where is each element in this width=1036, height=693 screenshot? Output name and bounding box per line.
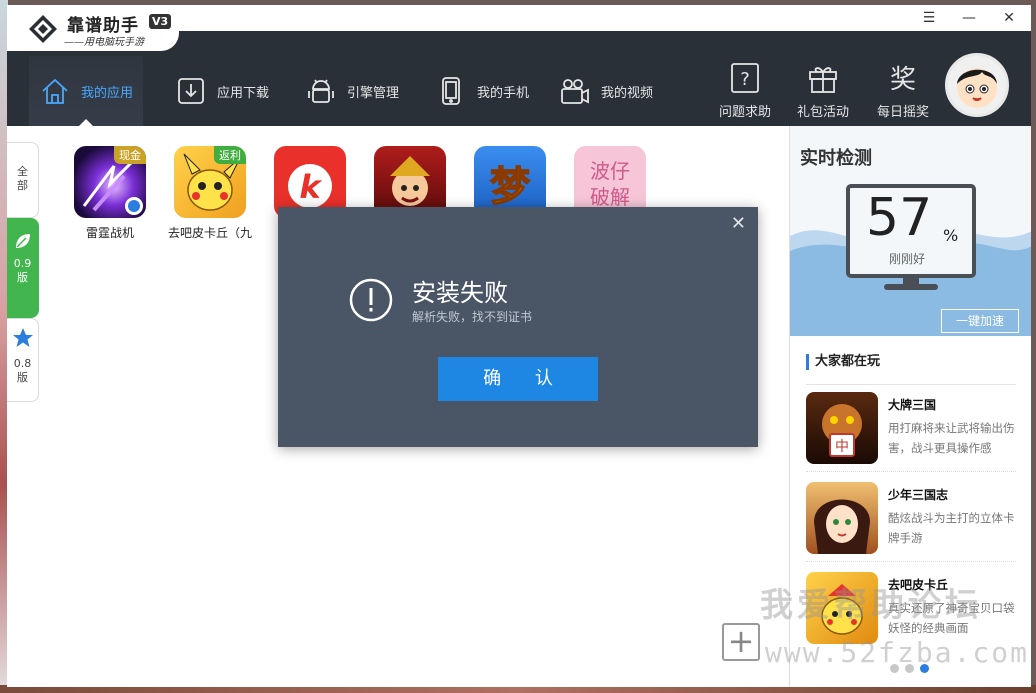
nav-my-apps[interactable]: 我的应用 [29, 56, 144, 126]
monitor-status: 刚刚好 [889, 252, 926, 266]
app-subtitle: ——用电脑玩手游 [64, 37, 144, 48]
watermark-url: www.52fzba.com [765, 636, 1030, 669]
phone-icon [442, 77, 460, 105]
monitor-title: 实时检测 [800, 148, 872, 169]
download-icon [178, 78, 204, 104]
nav-label: 每日摇奖 [876, 105, 929, 120]
nav-label: 我的应用 [81, 85, 134, 101]
hot-game-item[interactable]: 中 大牌三国 用打麻将来让武将输出伤害，战斗更具操作感 [806, 388, 1016, 472]
app-badge: 返利 [214, 146, 246, 164]
hot-game-icon: 中 [806, 392, 878, 464]
nav-label: 应用下载 [217, 85, 270, 101]
thunder-fighter-icon: 现金 [74, 146, 146, 218]
nav-label: 礼包活动 [796, 105, 849, 120]
hot-game-name: 少年三国志 [888, 488, 949, 502]
svg-text:破解: 破解 [590, 185, 630, 209]
nav-label: 问题求助 [718, 105, 771, 120]
svg-text:奖: 奖 [890, 65, 916, 95]
avatar-face-icon [957, 68, 997, 108]
app-logo: 靠谱助手 V3 ——用电脑玩手游 [7, 5, 179, 51]
nav-app-download[interactable]: 应用下载 [165, 56, 279, 126]
divider [806, 384, 1016, 385]
nav-label: 我的手机 [477, 85, 530, 101]
leaf-icon [15, 234, 30, 248]
dialog-message: 解析失败，找不到证书 [412, 310, 533, 324]
pikachu-app-icon: 返利 [174, 146, 246, 218]
realtime-monitor: 实时检测 57 % 刚刚好 一键加速 [790, 126, 1031, 336]
warning-icon [349, 278, 393, 322]
one-click-speedup-button[interactable]: 一键加速 [941, 309, 1019, 333]
side-tab-all[interactable]: 全 部 [7, 142, 39, 218]
app-version-badge: V3 [149, 14, 172, 29]
hot-game-icon [806, 482, 878, 554]
android-icon [308, 79, 334, 103]
confirm-button[interactable]: 确 认 [438, 357, 598, 401]
hot-game-item[interactable]: 少年三国志 酷炫战斗为主打的立体卡牌手游 [806, 478, 1016, 562]
gift-icon [809, 67, 837, 93]
nav-gift-events[interactable]: 礼包活动 [788, 61, 858, 120]
nav-my-phone[interactable]: 我的手机 [425, 56, 539, 126]
side-tab-label: 0.9 版 [13, 257, 32, 284]
star-icon [12, 328, 33, 347]
minimize-button[interactable]: — [955, 7, 983, 29]
watermark-text: 我爱帮助论坛 [760, 585, 982, 624]
app-tile-thunder-fighter[interactable]: 现金 雷霆战机 [65, 146, 155, 241]
user-avatar[interactable] [945, 53, 1009, 117]
svg-text:波仔: 波仔 [590, 159, 630, 183]
hot-game-desc: 用打麻将来让武将输出伤害，战斗更具操作感 [888, 421, 1015, 455]
app-badge: 现金 [114, 146, 146, 164]
home-icon [42, 78, 68, 104]
close-window-button[interactable]: ✕ [995, 7, 1023, 29]
side-tab-v09[interactable]: 0.9 版 [7, 218, 39, 318]
side-tab-v08[interactable]: 0.8 版 [7, 318, 39, 402]
k-app-glyph: k [299, 168, 322, 206]
dialog-close-button[interactable]: ✕ [731, 213, 746, 234]
hot-game-desc: 酷炫战斗为主打的立体卡牌手游 [888, 511, 1015, 545]
svg-text:?: ? [740, 69, 750, 90]
meng-app-glyph: 梦 [490, 164, 530, 210]
version-tabs: 全 部 0.9 版 0.8 版 [7, 142, 39, 402]
nav-help[interactable]: ? 问题求助 [710, 61, 780, 120]
side-tab-label: 0.8 版 [13, 357, 32, 384]
dialog-title: 安装失败 [412, 279, 508, 307]
svg-text:中: 中 [835, 439, 849, 455]
nav-engine-management[interactable]: 引擎管理 [295, 56, 409, 126]
nav-label: 引擎管理 [347, 85, 400, 101]
hot-game-name: 大牌三国 [888, 398, 937, 412]
app-tile-pikachu[interactable]: 返利 去吧皮卡丘（九 [165, 146, 255, 241]
hot-games-title: 大家都在玩 [806, 354, 880, 370]
install-failed-dialog: ✕ 安装失败 解析失败，找不到证书 确 认 [278, 207, 758, 447]
video-icon [561, 79, 589, 104]
logo-icon [29, 15, 57, 43]
side-tab-label: 全 部 [17, 165, 28, 192]
menu-button[interactable]: ☰ [915, 7, 943, 29]
nav-my-videos[interactable]: 我的视频 [549, 56, 663, 126]
add-app-button[interactable]: + [722, 623, 760, 661]
app-label: 去吧皮卡丘（九 [167, 226, 252, 240]
nav-label: 我的视频 [601, 85, 654, 101]
help-icon: ? [731, 63, 759, 93]
nav-daily-lottery[interactable]: 奖 每日摇奖 [868, 61, 938, 120]
monitor-percent: 57 [866, 188, 933, 248]
app-label: 雷霆战机 [85, 226, 134, 240]
lottery-icon: 奖 [890, 65, 916, 95]
monitor-percent-sign: % [943, 226, 959, 245]
